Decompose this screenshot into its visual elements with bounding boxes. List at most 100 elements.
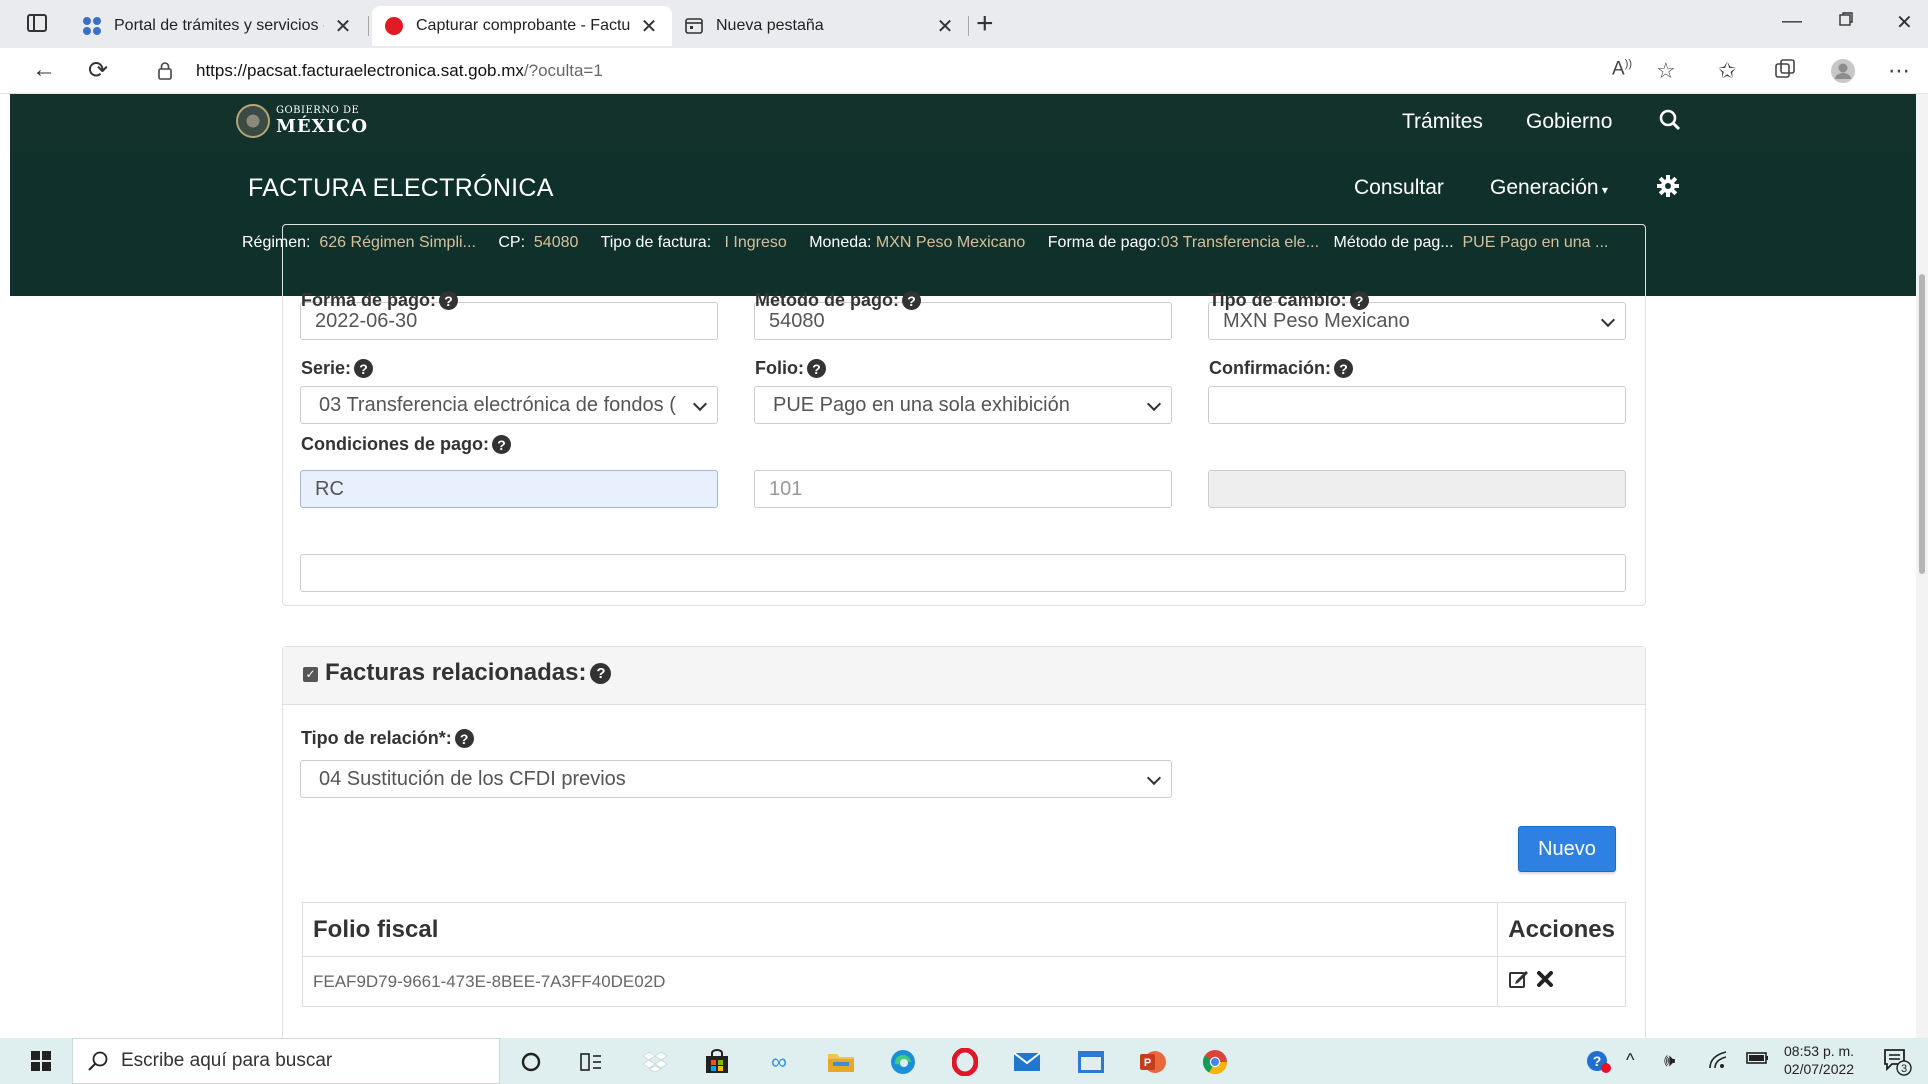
tipo-cambio-input[interactable] [1208, 386, 1626, 424]
tab-separator [368, 16, 369, 36]
mail-icon[interactable] [1012, 1047, 1042, 1077]
search-icon [87, 1050, 109, 1072]
metodo-pago-label-text: Método de pago: [755, 290, 899, 310]
help-icon[interactable]: ? [1349, 291, 1369, 310]
calendar-window-icon[interactable] [1076, 1047, 1106, 1077]
confirmacion-field-label: Confirmación:? [1209, 358, 1354, 379]
notifications-count: 3 [1901, 1063, 1907, 1075]
moneda-select-value: MXN Peso Mexicano [1223, 309, 1410, 332]
favorites-list-icon[interactable]: ✩ [1718, 58, 1736, 84]
address-bar: ← ⟳ https://pacsat.facturaelectronica.sa… [0, 48, 1928, 94]
delete-x-icon[interactable] [1536, 970, 1554, 993]
edit-icon[interactable] [1508, 968, 1530, 995]
tab-nueva-pestana[interactable]: Nueva pestaña ✕ [672, 6, 968, 46]
gobierno-link[interactable]: Gobierno [1526, 110, 1612, 134]
folio-placeholder: 101 [769, 477, 803, 500]
gobierno-mexico-logo[interactable]: GOBIERNO DE MÉXICO [236, 104, 368, 138]
gear-icon[interactable] [1656, 174, 1682, 200]
metodo-pago-select[interactable]: PUE Pago en una sola exhibición [754, 386, 1172, 424]
facturas-relacionadas-title: Facturas relacionadas: [325, 659, 587, 686]
panel-header: ✓ Facturas relacionadas:? [283, 647, 1645, 705]
chrome-icon[interactable] [1200, 1047, 1230, 1077]
url-host: https://pacsat.facturaelectronica.sat.go… [196, 61, 524, 80]
help-icon[interactable]: ? [439, 291, 459, 310]
condiciones-input[interactable] [300, 554, 1626, 592]
tab-actions-icon[interactable] [26, 12, 54, 36]
close-tab-icon[interactable]: ✕ [934, 14, 956, 39]
header-acciones: Acciones [1497, 902, 1626, 957]
cp-input-value: 54080 [769, 309, 825, 332]
close-tab-icon[interactable]: ✕ [638, 14, 660, 39]
infinity-app-icon[interactable]: ∞ [764, 1047, 794, 1077]
scrollbar-thumb[interactable] [1919, 274, 1925, 574]
help-icon[interactable]: ? [1334, 359, 1354, 378]
url-field[interactable]: https://pacsat.facturaelectronica.sat.go… [196, 61, 603, 81]
metodo-pago-field-label: Método de pago:? [755, 290, 921, 311]
search-icon[interactable] [1658, 108, 1684, 134]
tab-separator [968, 16, 969, 36]
new-tab-button[interactable]: + [976, 8, 994, 40]
serie-input[interactable]: RC [300, 470, 718, 508]
folio-input[interactable]: 101 [754, 470, 1172, 508]
collections-icon[interactable] [1774, 58, 1796, 86]
page-scrollbar[interactable] [1916, 94, 1928, 1038]
close-tab-icon[interactable]: ✕ [332, 14, 354, 39]
minimize-icon[interactable]: — [1782, 10, 1802, 33]
forma-pago-label-text: Forma de pago: [301, 290, 437, 310]
consultar-link[interactable]: Consultar [1354, 176, 1444, 200]
close-window-icon[interactable]: ✕ [1896, 10, 1913, 35]
help-icon[interactable]: ? [590, 662, 612, 684]
task-view-icon[interactable] [576, 1047, 606, 1077]
edge-browser-icon[interactable] [888, 1047, 918, 1077]
wifi-icon[interactable] [1708, 1050, 1730, 1075]
taskbar-clock[interactable]: 08:53 p. m. 02/07/2022 [1784, 1042, 1854, 1078]
restore-icon[interactable] [1838, 10, 1854, 33]
microsoft-store-icon[interactable] [702, 1047, 732, 1077]
help-notification-icon[interactable]: ? [1586, 1050, 1612, 1079]
table-header-row: Folio fiscal Acciones [301, 902, 1626, 957]
record-favicon-icon [384, 16, 404, 36]
more-menu-icon[interactable]: ⋯ [1888, 58, 1910, 84]
taskbar-search-input[interactable]: Escribe aquí para buscar [72, 1038, 500, 1084]
chevron-up-icon[interactable]: ^ [1626, 1050, 1634, 1071]
battery-icon[interactable] [1746, 1050, 1770, 1071]
refresh-icon[interactable]: ⟳ [88, 56, 108, 85]
logo-big-text: MÉXICO [276, 116, 369, 137]
forma-pago-select[interactable]: 03 Transferencia electrónica de fondos ( [300, 386, 718, 424]
folio-field-label: Folio:? [755, 358, 826, 379]
powerpoint-icon[interactable]: P [1138, 1047, 1168, 1077]
cortana-icon[interactable] [516, 1047, 546, 1077]
tramites-link[interactable]: Trámites [1402, 110, 1483, 134]
clock-date: 02/07/2022 [1784, 1061, 1855, 1077]
opera-icon[interactable] [950, 1047, 980, 1077]
help-icon[interactable]: ? [806, 359, 826, 378]
help-icon[interactable]: ? [492, 435, 512, 454]
tab-title: Portal de trámites y servicios - SAT [114, 17, 324, 34]
svg-text:?: ? [1593, 1053, 1602, 1069]
help-icon[interactable]: ? [454, 729, 474, 748]
favorite-star-icon[interactable]: ☆ [1656, 58, 1676, 84]
new-tab-page-icon [684, 16, 704, 36]
windows-start-icon[interactable] [30, 1050, 52, 1072]
forma-pago-select-value: 03 Transferencia electrónica de fondos ( [319, 393, 676, 416]
tipo-relacion-select[interactable]: 04 Sustitución de los CFDI previos [300, 760, 1172, 798]
notifications-icon[interactable]: 3 [1882, 1046, 1912, 1081]
file-explorer-icon[interactable] [826, 1047, 856, 1077]
tab-title: Nueva pestaña [716, 17, 824, 34]
tab-capturar-comprobante[interactable]: Capturar comprobante - Factura Electróni… [372, 6, 672, 46]
tab-title: Capturar comprobante - Factura Electróni… [416, 17, 630, 34]
lock-icon[interactable] [156, 60, 174, 88]
tipo-cambio-field-label: Tipo de cambio:? [1209, 290, 1369, 311]
tab-sat-portal[interactable]: Portal de trámites y servicios - SAT ✕ [70, 6, 366, 46]
help-icon[interactable]: ? [354, 359, 374, 378]
back-arrow-icon[interactable]: ← [32, 56, 56, 84]
read-aloud-icon[interactable]: A)) [1612, 58, 1632, 80]
dropbox-icon[interactable] [640, 1047, 670, 1077]
volume-icon[interactable]: 🕪 [1664, 1050, 1675, 1071]
profile-avatar-icon[interactable] [1830, 58, 1856, 90]
generacion-menu[interactable]: Generación ▾ [1490, 176, 1608, 200]
page-viewport: GOBIERNO DE MÉXICO Trámites Gobierno FAC… [10, 94, 1918, 1038]
help-icon[interactable]: ? [901, 291, 921, 310]
checkbox-checked[interactable]: ✓ [303, 667, 318, 682]
nuevo-button[interactable]: Nuevo [1518, 826, 1616, 872]
